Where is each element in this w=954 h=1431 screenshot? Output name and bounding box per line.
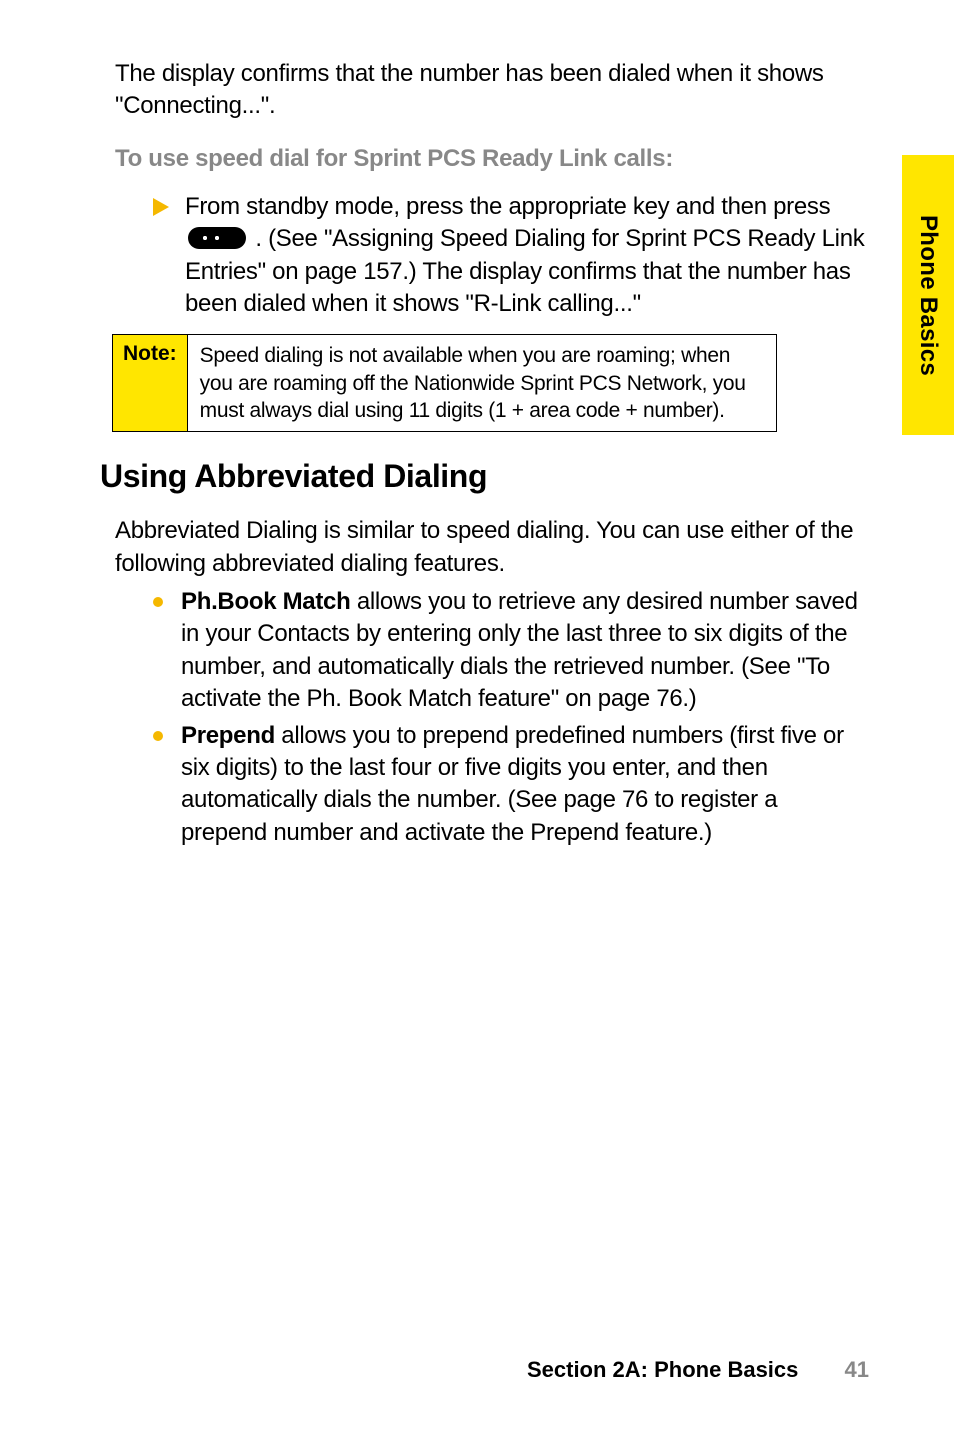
step-item: From standby mode, press the appropriate… bbox=[153, 191, 869, 321]
bullet-text: Prepend allows you to prepend predefined… bbox=[181, 720, 869, 850]
bullet-body: allows you to prepend predefined numbers… bbox=[181, 722, 844, 846]
bullet-text: Ph.Book Match allows you to retrieve any… bbox=[181, 586, 869, 716]
step-text-before: From standby mode, press the appropriate… bbox=[185, 193, 830, 220]
heading-abbreviated-dialing: Using Abbreviated Dialing bbox=[100, 458, 869, 495]
footer-section-label: Section 2A: Phone Basics bbox=[527, 1357, 798, 1382]
bullet-label: Prepend bbox=[181, 722, 275, 749]
page-footer: Section 2A: Phone Basics 41 bbox=[527, 1357, 869, 1383]
step-text: From standby mode, press the appropriate… bbox=[185, 191, 869, 321]
bullet-dot-icon bbox=[153, 731, 163, 741]
list-item: Ph.Book Match allows you to retrieve any… bbox=[153, 586, 869, 716]
ready-link-button-icon bbox=[188, 227, 246, 249]
list-item: Prepend allows you to prepend predefined… bbox=[153, 720, 869, 850]
sub-heading-speed-dial: To use speed dial for Sprint PCS Ready L… bbox=[115, 145, 869, 173]
play-triangle-icon bbox=[153, 198, 169, 221]
bullet-label: Ph.Book Match bbox=[181, 588, 350, 615]
note-box: Note: Speed dialing is not available whe… bbox=[112, 334, 777, 432]
note-content: Speed dialing is not available when you … bbox=[188, 335, 776, 431]
bullet-list: Ph.Book Match allows you to retrieve any… bbox=[153, 586, 869, 849]
note-label: Note: bbox=[113, 335, 188, 431]
page-number: 41 bbox=[845, 1357, 869, 1382]
bullet-dot-icon bbox=[153, 597, 163, 607]
page-content: The display confirms that the number has… bbox=[0, 0, 954, 1431]
step-text-after: . (See "Assigning Speed Dialing for Spri… bbox=[185, 225, 864, 317]
intro-paragraph: The display confirms that the number has… bbox=[115, 58, 869, 123]
abbrev-intro-paragraph: Abbreviated Dialing is similar to speed … bbox=[115, 515, 869, 580]
